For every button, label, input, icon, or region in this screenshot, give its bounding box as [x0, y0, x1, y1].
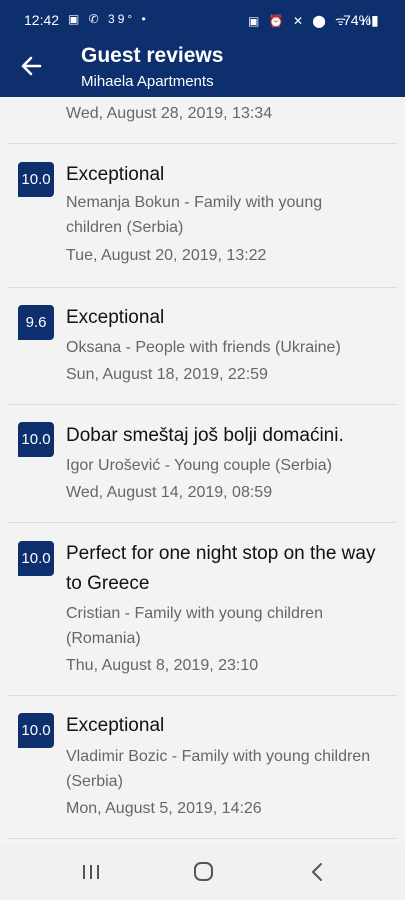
review-date: Tue, August 20, 2019, 13:22 — [66, 247, 267, 264]
review-author: Oksana - People with friends (Ukraine) — [66, 339, 341, 356]
back-button[interactable] — [14, 50, 50, 82]
reviews-list[interactable]: Wed, August 28, 2019, 13:34 10.0 Excepti… — [0, 97, 405, 844]
review-date: Sun, August 18, 2019, 22:59 — [66, 366, 268, 383]
score-badge: 10.0 — [18, 713, 54, 748]
recents-button[interactable] — [76, 860, 106, 884]
status-bar: 12:42 ▣ ✆ 39° • ▣ ⏰ ✕ ⬤ ᯤ .ıl 74%▮ — [0, 0, 405, 40]
score-badge: 10.0 — [18, 541, 54, 576]
review-date: Wed, August 14, 2019, 08:59 — [66, 484, 273, 501]
page-title: Guest reviews — [81, 44, 224, 67]
review-item[interactable]: 10.0 Exceptional Vladimir Bozic - Family… — [0, 696, 405, 839]
status-time: 12:42 — [24, 12, 60, 28]
review-item[interactable]: 10.0 Perfect for one night stop on the w… — [0, 523, 405, 695]
battery-level: 74%▮ — [343, 12, 379, 28]
app-bar: Guest reviews Mihaela Apartments — [0, 40, 405, 97]
review-date: Thu, August 8, 2019, 23:10 — [66, 657, 259, 674]
score-badge: 10.0 — [18, 422, 54, 457]
review-title: Dobar smeštaj još bolji domaćini. — [66, 425, 344, 446]
review-author: Nemanja Bokun - Family with young childr… — [66, 194, 323, 236]
review-title: Exceptional — [66, 307, 165, 328]
review-author: Vladimir Bozic - Family with young child… — [66, 748, 371, 790]
review-author: Cristian - Family with young children (R… — [66, 605, 323, 647]
chevron-left-icon — [312, 863, 322, 881]
review-item[interactable]: 10.0 Exceptional Nemanja Bokun - Family … — [0, 144, 405, 287]
review-item[interactable]: 10.0 Dobar smeštaj još bolji domaćini. I… — [0, 405, 405, 522]
review-date: Mon, August 5, 2019, 14:26 — [66, 800, 262, 817]
review-title: Exceptional — [66, 715, 165, 736]
score-badge: 9.6 — [18, 305, 54, 340]
home-button[interactable] — [188, 860, 218, 884]
arrow-left-icon — [21, 56, 42, 76]
property-name: Mihaela Apartments — [81, 73, 214, 90]
review-author: Igor Urošević - Young couple (Serbia) — [66, 457, 332, 474]
score-badge: 10.0 — [18, 162, 54, 197]
review-title: Perfect for one night stop on the way to… — [66, 543, 376, 594]
notification-icons: ▣ ✆ 39° • — [68, 12, 149, 26]
nav-back-button[interactable] — [302, 860, 332, 884]
system-nav-bar — [0, 844, 405, 900]
review-item[interactable]: 9.6 Exceptional Oksana - People with fri… — [0, 288, 405, 405]
review-date: Wed, August 28, 2019, 13:34 — [66, 105, 273, 122]
divider — [8, 838, 397, 839]
home-icon — [194, 862, 213, 881]
recents-icon — [83, 865, 99, 879]
review-title: Exceptional — [66, 164, 165, 185]
